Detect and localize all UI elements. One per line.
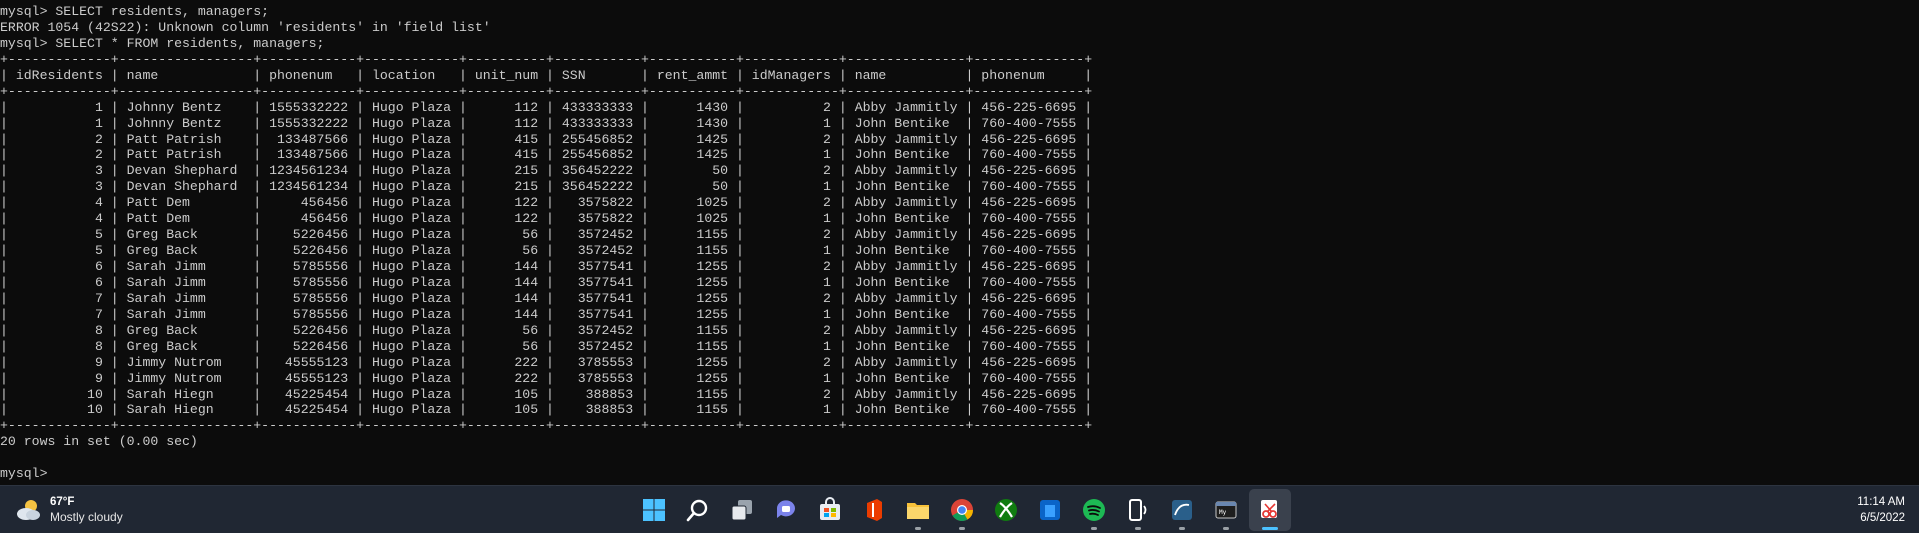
office-icon (867, 499, 882, 521)
taskbar: 67°F Mostly cloudy My 11:14 AM 6/5/2022 (0, 485, 1919, 533)
system-clock[interactable]: 11:14 AM 6/5/2022 (1857, 494, 1905, 526)
partly-cloudy-icon (17, 500, 40, 520)
terminal-line: | 8 | Greg Back | 5226456 | Hugo Plaza |… (0, 338, 1093, 354)
clock-time: 11:14 AM (1857, 496, 1905, 508)
taskbar-office-button[interactable] (853, 489, 895, 531)
folder-icon (907, 503, 929, 519)
search-icon (686, 499, 708, 522)
taskbar-store-button[interactable] (809, 489, 851, 531)
terminal-line: | 9 | Jimmy Nutrom | 45555123 | Hugo Pla… (0, 354, 1093, 370)
taskbar-search-button[interactable] (677, 489, 719, 531)
running-indicator (1262, 527, 1278, 530)
terminal-line: | 2 | Patt Patrish | 133487566 | Hugo Pl… (0, 147, 1093, 163)
terminal-line: | 4 | Patt Dem | 456456 | Hugo Plaza | 1… (0, 211, 1093, 227)
terminal-line: | 3 | Devan Shephard | 1234561234 | Hugo… (0, 163, 1093, 179)
terminal-line: | 6 | Sarah Jimm | 5785556 | Hugo Plaza … (0, 274, 1093, 290)
spotify-icon (1083, 499, 1105, 521)
running-indicator (959, 527, 965, 530)
terminal-line: | 10 | Sarah Hiegn | 45225454 | Hugo Pla… (0, 402, 1093, 418)
terminal-line: +-------------+-----------------+-------… (0, 418, 1093, 434)
taskbar-file-explorer-button[interactable] (897, 489, 939, 531)
terminal-line: | 4 | Patt Dem | 456456 | Hugo Plaza | 1… (0, 195, 1093, 211)
terminal-line: 20 rows in set (0.00 sec) (0, 434, 198, 450)
taskbar-start-button[interactable] (633, 489, 675, 531)
taskbar-phone-link-button[interactable] (1117, 489, 1159, 531)
taskbar-chat-button[interactable] (765, 489, 807, 531)
weather-temperature: 67°F (50, 496, 75, 508)
blue-app-icon (1040, 500, 1060, 520)
chrome-icon (951, 499, 973, 521)
weather-condition: Mostly cloudy (50, 510, 123, 524)
taskbar-spotify-button[interactable] (1073, 489, 1115, 531)
taskbar-mysql-shell-button[interactable]: My (1205, 489, 1247, 531)
running-indicator (1223, 527, 1229, 530)
taskbar-task-view-button[interactable] (721, 489, 763, 531)
taskbar-chrome-button[interactable] (941, 489, 983, 531)
terminal-line: | 10 | Sarah Hiegn | 45225454 | Hugo Pla… (0, 386, 1093, 402)
store-icon (820, 497, 840, 520)
running-indicator (915, 527, 921, 530)
task-view-icon (731, 500, 752, 521)
terminal-line: | 6 | Sarah Jimm | 5785556 | Hugo Plaza … (0, 259, 1093, 274)
terminal-line: | 9 | Jimmy Nutrom | 45555123 | Hugo Pla… (0, 370, 1093, 386)
running-indicator (1135, 527, 1141, 530)
taskbar-apps: My (633, 489, 1291, 531)
terminal-line: | 2 | Patt Patrish | 133487566 | Hugo Pl… (0, 131, 1093, 147)
terminal-line: | 8 | Greg Back | 5226456 | Hugo Plaza |… (0, 322, 1093, 338)
terminal-window[interactable]: mysql> SELECT residents, managers; ERROR … (0, 0, 1919, 485)
xbox-icon (995, 499, 1017, 521)
terminal-line: | 5 | Greg Back | 5226456 | Hugo Plaza |… (0, 227, 1093, 243)
terminal-line: +-------------+-----------------+-------… (0, 51, 1093, 67)
mysql-shell-icon: My (1215, 501, 1237, 519)
phone-link-icon (1129, 499, 1147, 521)
snipping-tool-icon (1261, 500, 1277, 518)
terminal-line: mysql> SELECT * FROM residents, managers… (0, 35, 325, 51)
terminal-line: | 7 | Sarah Jimm | 5785556 | Hugo Plaza … (0, 306, 1093, 322)
running-indicator (1091, 527, 1097, 530)
svg-text:My: My (1219, 509, 1227, 516)
terminal-line: | 7 | Sarah Jimm | 5785556 | Hugo Plaza … (0, 290, 1093, 306)
terminal-line: | 3 | Devan Shephard | 1234561234 | Hugo… (0, 179, 1093, 195)
running-indicator (1179, 527, 1185, 530)
terminal-line: ERROR 1054 (42S22): Unknown column 'resi… (0, 19, 491, 35)
terminal-line: | 1 | Johnny Bentz | 1555332222 | Hugo P… (0, 115, 1093, 131)
terminal-output[interactable]: mysql> SELECT residents, managers; ERROR … (0, 0, 1919, 482)
taskbar-xbox-button[interactable] (985, 489, 1027, 531)
terminal-line: | 5 | Greg Back | 5226456 | Hugo Plaza |… (0, 243, 1093, 259)
terminal-line: mysql> SELECT residents, managers; (0, 4, 270, 19)
taskbar-app-blue-button[interactable] (1029, 489, 1071, 531)
terminal-line: | idResidents | name | phonenum | locati… (0, 67, 1093, 83)
terminal-line: mysql> (0, 466, 56, 482)
teams-chat-icon (777, 500, 795, 518)
terminal-line: +-------------+-----------------+-------… (0, 83, 1093, 99)
clock-date: 6/5/2022 (1860, 512, 1905, 524)
weather-widget[interactable]: 67°F Mostly cloudy (14, 494, 123, 526)
terminal-line: | 1 | Johnny Bentz | 1555332222 | Hugo P… (0, 99, 1093, 115)
windows-logo-icon (643, 499, 665, 521)
taskbar-snipping-tool-button[interactable] (1249, 489, 1291, 531)
taskbar-mysql-workbench-button[interactable] (1161, 489, 1203, 531)
mysql-workbench-icon (1172, 500, 1192, 520)
